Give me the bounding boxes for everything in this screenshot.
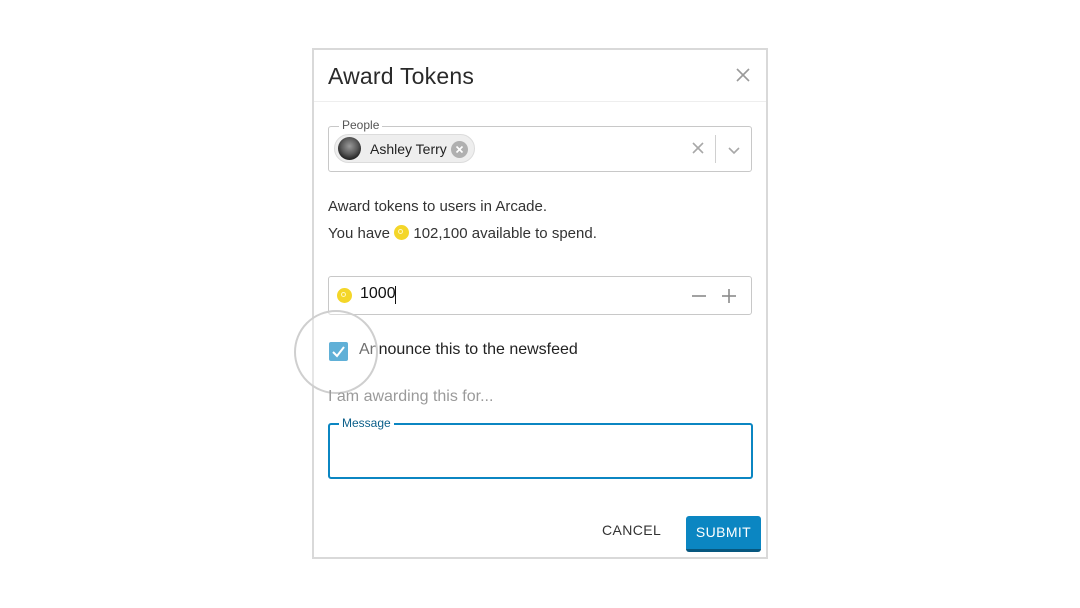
message-label: Message — [339, 416, 394, 430]
people-dropdown-toggle[interactable] — [727, 143, 741, 155]
message-field[interactable]: Message — [328, 416, 753, 479]
decrement-button[interactable] — [691, 288, 707, 304]
token-coin-icon — [337, 288, 352, 303]
person-chip-name: Ashley Terry — [370, 141, 447, 157]
close-icon — [736, 68, 750, 82]
people-label: People — [339, 118, 383, 132]
token-amount-input[interactable]: 1000 — [360, 285, 396, 303]
increment-button[interactable] — [721, 288, 737, 304]
announce-checkbox[interactable] — [329, 342, 348, 361]
available-balance: 102,100 — [413, 225, 468, 242]
balance-line: You have 102,100 available to spend. — [328, 225, 597, 242]
close-button[interactable] — [734, 66, 752, 84]
remove-chip-button[interactable] — [451, 141, 468, 158]
token-coin-icon — [394, 225, 410, 240]
person-chip[interactable]: Ashley Terry — [334, 134, 475, 163]
award-tokens-dialog: Award Tokens People Ashley Terry Award t… — [294, 48, 768, 559]
balance-suffix: available to spend. — [471, 225, 597, 242]
clear-icon — [692, 142, 704, 154]
awarding-reason-prompt: I am awarding this for... — [328, 388, 494, 405]
submit-button[interactable]: SUBMIT — [686, 516, 761, 552]
dialog-title: Award Tokens — [328, 63, 475, 89]
remove-chip-icon — [455, 145, 464, 154]
minus-icon — [692, 295, 706, 297]
dialog-header: Award Tokens — [314, 50, 766, 102]
token-amount-field[interactable]: 1000 — [328, 276, 752, 315]
field-divider — [715, 135, 716, 163]
clear-selection-button[interactable] — [691, 141, 705, 155]
balance-prefix: You have — [328, 225, 391, 242]
plus-icon — [722, 289, 736, 303]
cancel-button[interactable]: CANCEL — [602, 522, 661, 538]
people-select[interactable]: People Ashley Terry — [328, 118, 752, 172]
chevron-down-icon — [728, 147, 740, 155]
award-description: Award tokens to users in Arcade. — [328, 198, 548, 215]
announce-label[interactable]: Announce this to the newsfeed — [359, 341, 578, 359]
checkmark-icon — [332, 346, 345, 358]
avatar — [338, 137, 361, 160]
text-caret — [395, 286, 396, 304]
